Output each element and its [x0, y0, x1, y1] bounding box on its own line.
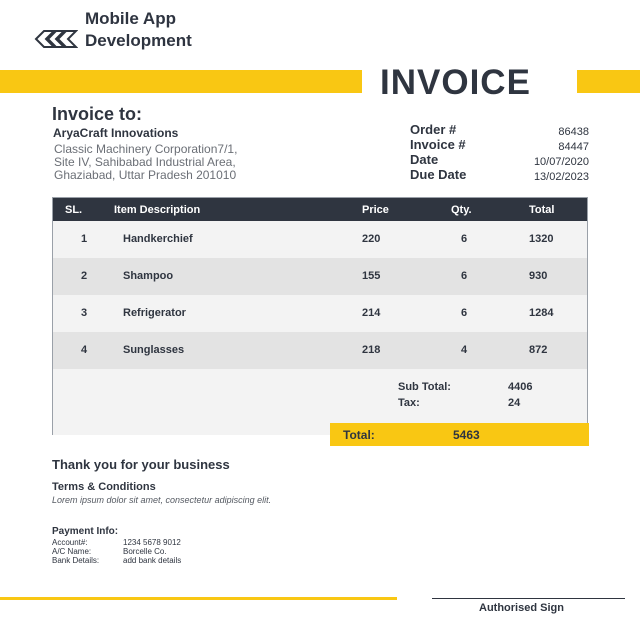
tax-value: 24: [508, 397, 521, 409]
cell-item: Shampoo: [123, 270, 174, 282]
payment-labels: Account#: A/C Name: Bank Details:: [52, 538, 99, 565]
client-address: Classic Machinery Corporation7/1, Site I…: [54, 143, 294, 182]
header-item-description: Item Description: [114, 204, 201, 216]
summary-values: 4406 24: [508, 379, 532, 411]
summary-labels: Sub Total: Tax:: [398, 379, 451, 411]
date-value: 10/07/2020: [533, 156, 589, 168]
client-company: AryaCraft Innovations: [53, 126, 179, 140]
cell-qty: 6: [461, 233, 468, 245]
cell-item: Refrigerator: [123, 307, 186, 319]
account-number-value: 1234 5678 9012: [123, 538, 181, 547]
payment-values: 1234 5678 9012 Borcelle Co. add bank det…: [123, 538, 181, 565]
cell-sl: 4: [81, 344, 88, 356]
account-number-label: Account#:: [52, 538, 88, 547]
brand-line-1: Mobile App: [85, 9, 176, 28]
brand-name: Mobile App Development: [85, 8, 192, 52]
total-label: Total:: [343, 428, 375, 442]
due-date-value: 13/02/2023: [533, 171, 589, 183]
order-number-value: 86438: [558, 126, 589, 138]
tax-label: Tax:: [398, 397, 420, 409]
subtotal-label: Sub Total:: [398, 381, 451, 393]
accent-bar-left: [0, 70, 362, 93]
cell-sl: 3: [81, 307, 88, 319]
cell-item: Sunglasses: [123, 344, 185, 356]
table-header: SL. Item Description Price Qty. Total: [53, 198, 587, 221]
header-total: Total: [529, 204, 555, 216]
address-line: Ghaziabad, Uttar Pradesh 201010: [54, 168, 237, 182]
footer-accent-line: [0, 597, 397, 600]
subtotal-value: 4406: [508, 381, 533, 393]
order-number-label: Order #: [410, 122, 457, 137]
bank-details-label: Bank Details:: [52, 556, 100, 565]
cell-price: 218: [362, 344, 381, 356]
total-value: 5463: [453, 428, 480, 442]
cell-qty: 6: [461, 270, 468, 282]
cell-sl: 1: [81, 233, 88, 245]
thank-you-note: Thank you for your business: [52, 457, 230, 472]
cell-qty: 6: [461, 307, 468, 319]
header-sl: SL.: [65, 204, 83, 216]
cell-price: 220: [362, 233, 381, 245]
payment-info-title: Payment Info:: [52, 526, 119, 537]
date-label: Date: [410, 152, 439, 167]
invoice-to-heading: Invoice to:: [52, 104, 143, 124]
bank-details-value: add bank details: [123, 556, 182, 565]
header-qty: Qty.: [451, 204, 472, 216]
account-name-label: A/C Name:: [52, 547, 92, 556]
cell-sl: 2: [81, 270, 88, 282]
interlocked-diamond-logo-icon: [34, 25, 79, 53]
invoice-number-label: Invoice #: [410, 137, 466, 152]
due-date-label: Due Date: [410, 167, 467, 182]
cell-total: 1284: [529, 307, 554, 319]
signature-line: [432, 598, 625, 599]
cell-total: 872: [529, 344, 548, 356]
cell-total: 1320: [529, 233, 554, 245]
account-name-value: Borcelle Co.: [123, 547, 167, 556]
brand-line-2: Development: [85, 31, 192, 50]
authorised-sign-label: Authorised Sign: [479, 602, 564, 614]
cell-item: Handkerchief: [123, 233, 193, 245]
table-row: 1 Handkerchief 220 6 1320: [53, 221, 587, 258]
header-price: Price: [362, 204, 389, 216]
table-row: 3 Refrigerator 214 6 1284: [53, 295, 587, 332]
cell-qty: 4: [461, 344, 468, 356]
table-row: 2 Shampoo 155 6 930: [53, 258, 587, 295]
cell-price: 155: [362, 270, 381, 282]
accent-bar-right: [577, 70, 640, 93]
cell-price: 214: [362, 307, 381, 319]
invoice-meta-labels: Order # Invoice # Date Due Date: [410, 122, 466, 182]
table-row: 4 Sunglasses 218 4 872: [53, 332, 587, 369]
invoice-title: INVOICE: [380, 63, 531, 102]
invoice-number-value: 84447: [558, 141, 589, 153]
invoice-meta-values: 86438 84447 10/07/2020 13/02/2023: [500, 125, 589, 185]
terms-title: Terms & Conditions: [52, 481, 156, 493]
terms-text: Lorem ipsum dolor sit amet, consectetur …: [52, 495, 272, 505]
cell-total: 930: [529, 270, 548, 282]
